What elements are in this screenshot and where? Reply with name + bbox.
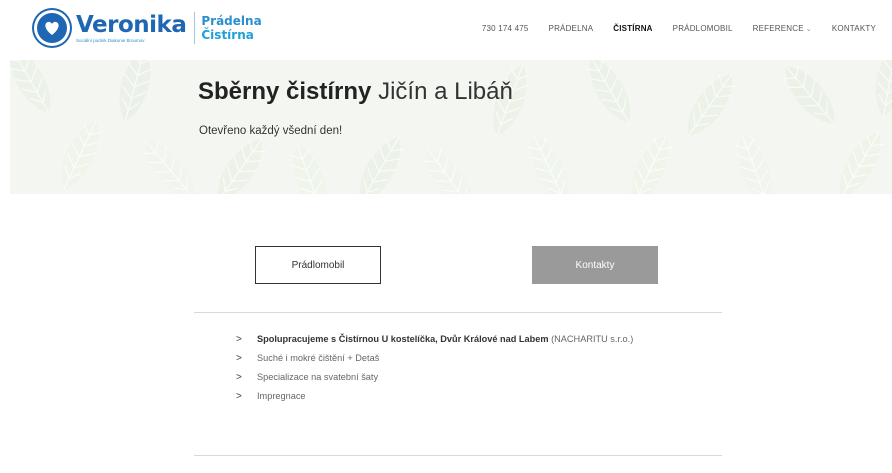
chevron-right-icon: > [236,391,242,402]
chevron-right-icon: > [236,353,242,364]
list-item: > Spolupracujeme s Čistírnou U kostelíčk… [236,332,686,347]
services-list: > Spolupracujeme s Čistírnou U kostelíčk… [236,332,686,408]
nav-cistirna[interactable]: ČISTÍRNA [613,24,652,33]
brand-side-pradelna: Prádelna [201,14,262,28]
page-title-light: Jičín a Libáň [378,78,513,105]
list-item-text: Impregnace [257,391,306,401]
list-item-text: (NACHARITU s.r.o.) [548,334,634,344]
list-item-text: Specializace na svatební šaty [257,372,379,382]
list-item: > Suché i mokré čištění + Detaš [236,351,686,366]
brand-name: Veronika [76,11,187,38]
brand-side-cistirna: Čistírna [201,28,254,42]
section-divider-bottom [194,455,722,456]
nav-pradelna[interactable]: PRÁDELNA [549,24,594,33]
list-item-bold: Spolupracujeme s Čistírnou U kostelíčka,… [257,334,549,344]
list-item: > Specializace na svatební šaty [236,370,686,385]
pradlomobil-button[interactable]: Prádlomobil [255,246,381,284]
list-item-text: Suché i mokré čištění + Detaš [257,353,380,363]
page-title: Sběrny čistírny Jičín a Libáň [198,78,513,106]
chevron-right-icon: > [236,334,242,345]
chevron-right-icon: > [236,372,242,383]
brand-side: Prádelna Čistírna [201,14,261,42]
nav-reference-label: REFERENCE [752,24,804,33]
site-logo[interactable]: Veronika Sociální podnik Diakonie Broumo… [34,10,262,46]
page-title-bold: Sběrny čistírny [198,78,372,105]
brand-tagline: Sociální podnik Diakonie Broumov [76,37,145,43]
main-nav: 730 174 475 PRÁDELNA ČISTÍRNA PRÁDLOMOBI… [462,24,876,33]
nav-pradlomobil[interactable]: PRÁDLOMOBIL [673,24,733,33]
section-divider-top [194,312,722,313]
site-header: Veronika Sociální podnik Diakonie Broumo… [0,0,892,60]
nav-kontakty[interactable]: KONTAKTY [832,24,876,33]
chevron-down-icon: ⌄ [805,26,812,33]
nav-reference[interactable]: REFERENCE ⌄ [753,24,812,33]
brand-block: Veronika Sociální podnik Diakonie Broumo… [76,11,187,44]
nav-phone[interactable]: 730 174 475 [482,24,529,33]
kontakty-button[interactable]: Kontakty [532,246,658,284]
heart-logo-icon [34,10,70,46]
brand-divider [194,12,196,44]
hero-banner: Sběrny čistírny Jičín a Libáň Otevřeno k… [10,60,892,194]
page-subtitle: Otevřeno každý všední den! [199,125,343,137]
list-item: > Impregnace [236,389,686,404]
